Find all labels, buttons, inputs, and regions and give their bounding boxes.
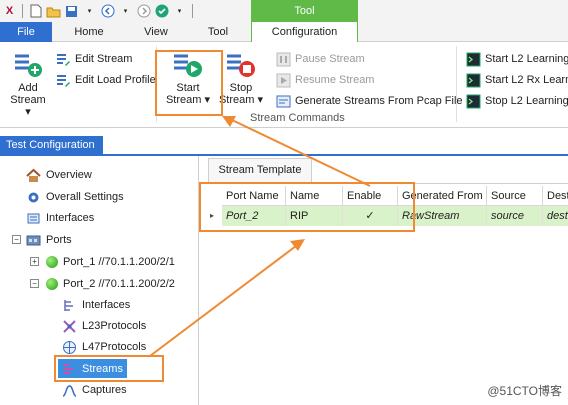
stop-l2-learning-button[interactable]: Stop L2 Learning xyxy=(466,92,568,110)
edit-stream-icon xyxy=(56,52,71,67)
ribbon-group-label: Stream Commands xyxy=(250,112,345,124)
ribbon: Add Stream ▾ Edit Stream Edit Load Profi… xyxy=(0,42,568,128)
tree-item-captures[interactable]: Captures xyxy=(62,381,127,399)
protocols-icon xyxy=(62,319,77,334)
tree-item-label: Overview xyxy=(46,169,92,181)
edit-stream-button[interactable]: Edit Stream xyxy=(56,50,132,68)
interfaces-icon xyxy=(26,211,41,226)
collapse-toggle[interactable]: − xyxy=(12,235,21,244)
tree-item-ports[interactable]: Ports xyxy=(26,231,72,249)
pause-stream-icon xyxy=(276,52,291,67)
pcap-icon xyxy=(276,94,291,109)
captures-icon xyxy=(62,383,77,398)
generate-streams-from-pcap-button[interactable]: Generate Streams From Pcap File xyxy=(276,92,463,110)
interfaces-icon xyxy=(62,298,77,313)
tree-item-l47protocols[interactable]: L47Protocols xyxy=(62,338,146,356)
terminal-icon xyxy=(466,94,481,109)
tree-item-label: Overall Settings xyxy=(46,191,124,203)
new-file-icon[interactable] xyxy=(28,4,43,19)
open-folder-icon[interactable] xyxy=(46,4,61,19)
stop-l2-learning-label: Stop L2 Learning xyxy=(485,95,568,107)
home-icon xyxy=(26,168,41,183)
edit-load-profile-label: Edit Load Profile xyxy=(75,74,156,86)
tree-item-overall-settings[interactable]: Overall Settings xyxy=(26,188,124,206)
apply-check-icon[interactable] xyxy=(154,4,169,19)
tree-item-label: Ports xyxy=(46,234,72,246)
stop-stream-icon xyxy=(225,50,257,80)
start-l2-learning-button[interactable]: Start L2 Learning xyxy=(466,50,568,68)
tree-item-label: Interfaces xyxy=(46,212,95,224)
annotation-box-start-stream xyxy=(155,50,223,116)
terminal-icon xyxy=(466,52,481,67)
tree-item-label: Interfaces xyxy=(82,299,131,311)
tab-view[interactable]: View xyxy=(130,22,182,42)
tree-item-port1[interactable]: Port_1 //70.1.1.200/2/1 xyxy=(46,253,175,271)
tree-item-label: Port_1 //70.1.1.200/2/1 xyxy=(63,256,175,268)
cell-source[interactable]: source xyxy=(487,206,543,226)
back-icon[interactable] xyxy=(100,4,115,19)
stop-stream-label: Stop Stream ▾ xyxy=(218,82,264,106)
resume-stream-label: Resume Stream xyxy=(295,74,375,86)
start-l2-learning-label: Start L2 Learning xyxy=(485,53,568,65)
dropdown-icon[interactable]: ▾ xyxy=(82,4,97,19)
edit-load-profile-icon xyxy=(56,73,71,88)
tree-item-l23protocols[interactable]: L23Protocols xyxy=(62,317,146,335)
tree-item-label: L23Protocols xyxy=(82,320,147,332)
dropdown-icon[interactable]: ▾ xyxy=(118,4,133,19)
tree-item-interfaces[interactable]: Interfaces xyxy=(26,209,94,227)
resume-stream-button[interactable]: Resume Stream xyxy=(276,71,374,89)
watermark: @51CTO博客 xyxy=(487,384,562,398)
toolbar-divider xyxy=(192,4,193,18)
tab-stream-template[interactable]: Stream Template xyxy=(208,158,312,182)
start-l2-rx-learning-label: Start L2 Rx Learning xyxy=(485,74,568,86)
terminal-icon xyxy=(466,73,481,88)
start-l2-rx-learning-button[interactable]: Start L2 Rx Learning xyxy=(466,71,568,89)
status-green-icon xyxy=(46,278,58,290)
tree-item-port2[interactable]: Port_2 //70.1.1.200/2/2 xyxy=(46,275,175,293)
edit-load-profile-button[interactable]: Edit Load Profile xyxy=(56,71,156,89)
tree-item-port2-interfaces[interactable]: Interfaces xyxy=(62,296,130,314)
generate-streams-label: Generate Streams From Pcap File xyxy=(295,95,463,107)
edit-stream-label: Edit Stream xyxy=(75,53,133,65)
toolbar-divider xyxy=(22,4,23,18)
tree-item-label: L47Protocols xyxy=(82,341,147,353)
tree-item-label: Captures xyxy=(82,384,127,396)
annotation-box-stream-row xyxy=(199,182,415,232)
globe-icon xyxy=(62,340,77,355)
gear-icon xyxy=(26,190,41,205)
status-green-icon xyxy=(46,256,58,268)
context-tab-header: Tool xyxy=(251,0,358,22)
tab-home[interactable]: Home xyxy=(60,22,118,42)
add-stream-icon xyxy=(12,50,44,80)
pause-stream-button[interactable]: Pause Stream xyxy=(276,50,365,68)
tab-file[interactable]: File xyxy=(0,22,52,42)
ribbon-tabs: File Home View Tool Configuration xyxy=(0,22,568,43)
tab-configuration[interactable]: Configuration xyxy=(251,22,358,43)
column-header-dest[interactable]: Dest xyxy=(543,186,568,206)
tab-tool[interactable]: Tool xyxy=(196,22,240,42)
ribbon-divider xyxy=(456,46,457,122)
save-icon[interactable] xyxy=(64,4,79,19)
dropdown-icon[interactable]: ▾ xyxy=(172,4,187,19)
tree-item-label: Port_2 //70.1.1.200/2/2 xyxy=(63,278,175,290)
add-stream-label: Add Stream ▾ xyxy=(10,82,46,118)
app-logo-icon: X xyxy=(5,5,14,17)
forward-icon[interactable] xyxy=(136,4,151,19)
cell-dest[interactable]: dest xyxy=(543,206,568,226)
collapse-toggle[interactable]: − xyxy=(30,279,39,288)
tree-item-overview[interactable]: Overview xyxy=(26,166,92,184)
resume-stream-icon xyxy=(276,73,291,88)
add-stream-button[interactable]: Add Stream ▾ xyxy=(6,50,50,118)
annotation-box-streams xyxy=(54,355,164,382)
panel-title[interactable]: Test Configuration xyxy=(0,136,103,154)
ports-icon xyxy=(26,233,41,248)
expand-toggle[interactable]: + xyxy=(30,257,39,266)
column-header-source[interactable]: Source xyxy=(487,186,543,206)
pause-stream-label: Pause Stream xyxy=(295,53,365,65)
stop-stream-button[interactable]: Stop Stream ▾ xyxy=(218,50,264,106)
